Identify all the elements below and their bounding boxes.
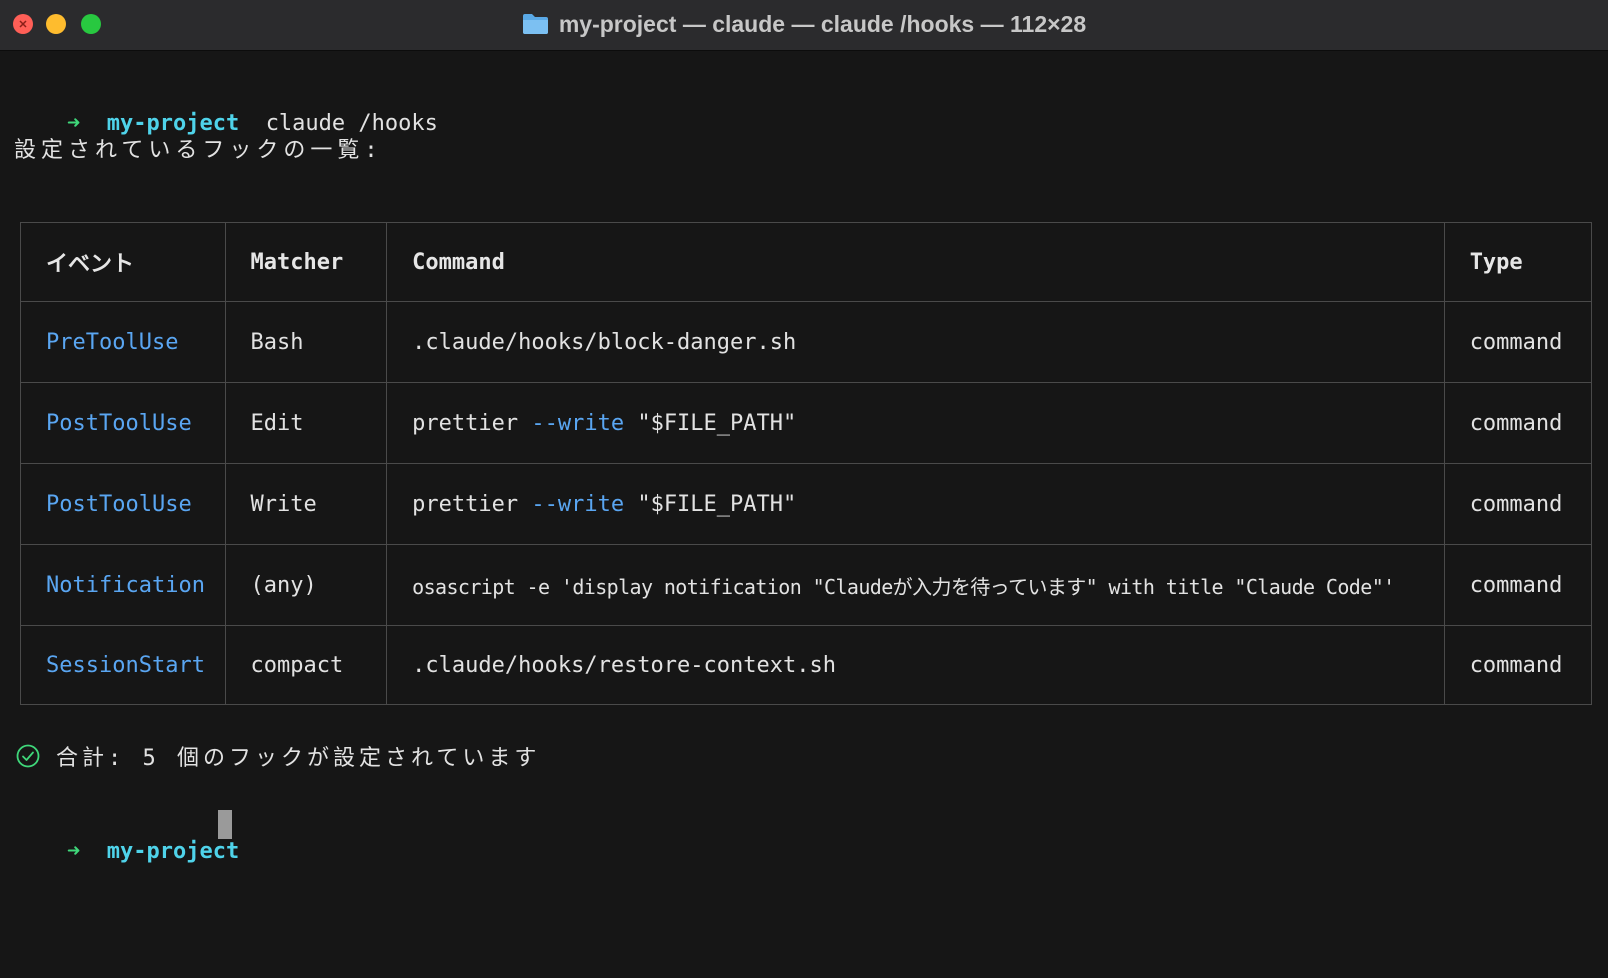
check-circle-icon (16, 744, 40, 768)
cell-event: SessionStart (20, 625, 226, 705)
window-title: my-project — claude — claude /hooks — 11… (558, 10, 1087, 37)
table-row: PostToolUse Edit prettier --write "$FILE… (20, 382, 1593, 464)
command-arg: "$FILE_PATH" (624, 410, 797, 436)
terminal-window: my-project — claude — claude /hooks — 11… (0, 0, 1608, 978)
table-row: Notification (any) osascript -e 'display… (20, 544, 1593, 626)
cell-type: command (1443, 301, 1593, 383)
cell-matcher: Bash (224, 301, 388, 383)
cell-matcher: compact (224, 625, 388, 705)
summary-text: 合計: 5 個のフックが設定されています (56, 746, 541, 771)
folder-icon (522, 14, 548, 34)
command-arg: "$FILE_PATH" (624, 491, 797, 517)
table-row: SessionStart compact .claude/hooks/resto… (20, 625, 1593, 705)
header-type: Type (1443, 222, 1593, 302)
table-row: PreToolUse Bash .claude/hooks/block-dang… (20, 301, 1593, 383)
command-text: .claude/hooks/restore-context.sh (412, 652, 836, 678)
command-flag: --write (531, 410, 625, 436)
cell-event: Notification (20, 544, 226, 626)
cell-command: prettier --write "$FILE_PATH" (386, 382, 1445, 464)
title-bar[interactable]: my-project — claude — claude /hooks — 11… (0, 0, 1608, 51)
cell-type: command (1443, 382, 1593, 464)
prompt-directory: my-project (106, 111, 240, 136)
cell-event: PostToolUse (20, 463, 226, 545)
terminal-cursor[interactable] (218, 810, 232, 839)
summary-line: 合計: 5 個のフックが設定されています (16, 740, 540, 772)
prompt-arrow-icon: ➜ (66, 839, 81, 864)
cell-command: prettier --write "$FILE_PATH" (386, 463, 1445, 545)
cell-type: command (1443, 625, 1593, 705)
header-event: イベント (20, 222, 226, 302)
command-text: prettier (412, 410, 532, 436)
prompt-arrow-icon: ➜ (66, 111, 81, 136)
cell-type: command (1443, 544, 1593, 626)
hooks-table: イベント Matcher Command Type PreToolUse Bas… (20, 222, 1593, 705)
header-matcher: Matcher (224, 222, 388, 302)
cell-command: .claude/hooks/restore-context.sh (386, 625, 1445, 705)
window-title-group: my-project — claude — claude /hooks — 11… (0, 0, 1608, 48)
prompt-directory: my-project (106, 839, 240, 864)
table-row: PostToolUse Write prettier --write "$FIL… (20, 463, 1593, 545)
cell-event: PreToolUse (20, 301, 226, 383)
cell-matcher: (any) (224, 544, 388, 626)
header-command: Command (386, 222, 1445, 302)
entered-command: claude /hooks (265, 111, 438, 136)
cell-command: .claude/hooks/block-danger.sh (386, 301, 1445, 383)
command-text: .claude/hooks/block-danger.sh (412, 329, 797, 355)
cell-matcher: Edit (224, 382, 388, 464)
cell-event: PostToolUse (20, 382, 226, 464)
hooks-heading: 設定されているフックの一覧: (14, 138, 383, 163)
prompt-line-2: ➜ my-project (14, 810, 239, 894)
command-text: prettier (412, 491, 532, 517)
command-text: osascript -e 'display notification "Clau… (412, 574, 1395, 599)
cell-command: osascript -e 'display notification "Clau… (386, 544, 1445, 626)
cell-type: command (1443, 463, 1593, 545)
command-flag: --write (531, 491, 625, 517)
cell-matcher: Write (224, 463, 388, 545)
table-header-row: イベント Matcher Command Type (20, 222, 1593, 302)
